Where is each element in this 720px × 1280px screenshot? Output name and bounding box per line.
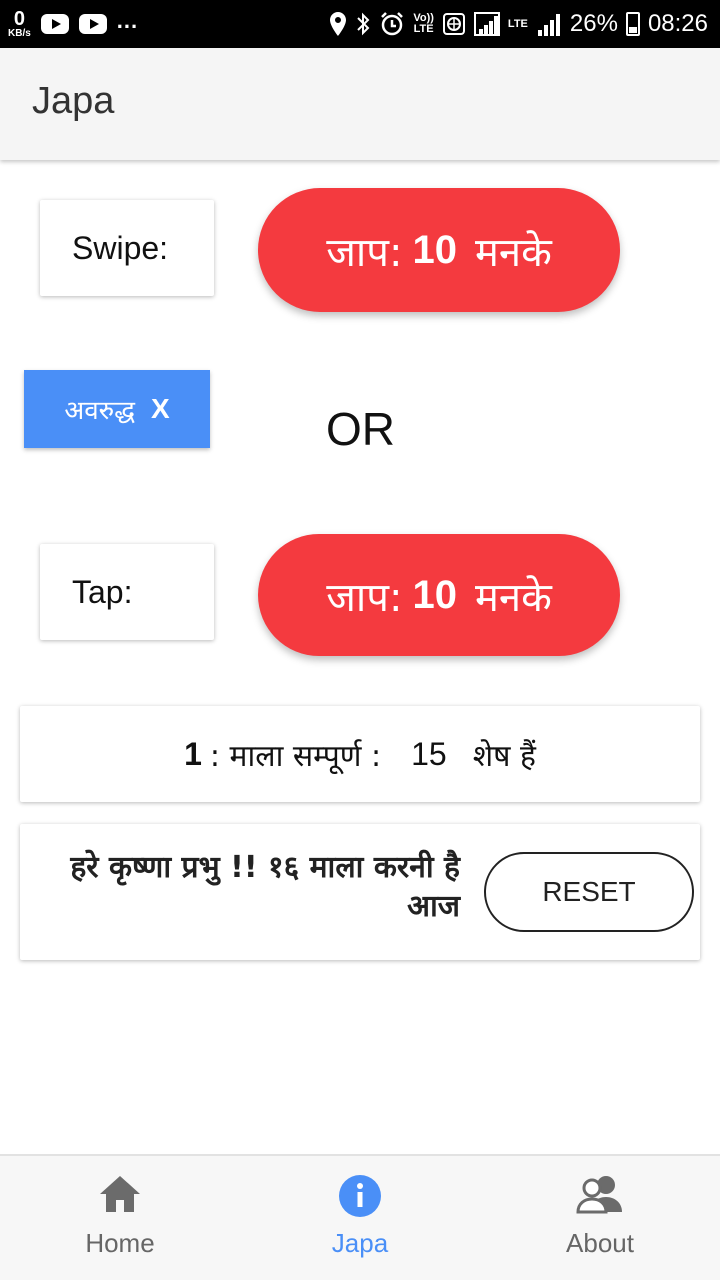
people-icon <box>576 1176 622 1214</box>
mala-completed-text: : माला सम्पूर्ण : <box>209 738 382 774</box>
block-button[interactable]: अवरुद्ध X <box>24 370 210 448</box>
network-speed-value: 0 <box>13 8 25 30</box>
status-left: 0 KB/s ... <box>8 0 138 48</box>
message-text: हरे कृष्णा प्रभु !! १६ माला करनी है आज <box>70 850 460 924</box>
location-icon <box>330 12 347 36</box>
page-title: Japa <box>32 80 115 122</box>
nav-item-about-label: About <box>566 1228 634 1258</box>
tap-label-card: Tap: <box>40 544 214 640</box>
info-icon <box>339 1175 381 1217</box>
block-button-label: अवरुद्ध <box>64 396 135 426</box>
volte-indicator: Vo)) LTE <box>413 13 434 35</box>
network-speed-unit: KB/s <box>8 28 31 39</box>
app-bar: Japa <box>0 48 720 160</box>
more-notifications-indicator: ... <box>116 8 139 33</box>
nav-item-about[interactable]: About <box>510 1174 690 1259</box>
signal-strength-icon-2 <box>536 12 562 36</box>
mala-status-card: 1 : माला सम्पूर्ण : 15 शेष हैं <box>20 706 700 802</box>
swipe-label: Swipe: <box>72 229 169 266</box>
mala-completed-count: 1 <box>184 735 202 772</box>
message-card: हरे कृष्णा प्रभु !! १६ माला करनी है आज R… <box>20 824 700 960</box>
home-icon <box>100 1176 140 1212</box>
battery-icon <box>625 12 640 36</box>
reset-button[interactable]: RESET <box>484 852 694 932</box>
battery-percent: 26% <box>569 10 618 37</box>
signal-strength-icon <box>473 12 500 36</box>
alarm-icon <box>381 12 404 36</box>
swipe-label-card: Swipe: <box>40 200 214 296</box>
lte-indicator: LTE <box>507 17 528 30</box>
swipe-button-suffix: मनके <box>474 229 552 276</box>
tap-japa-button[interactable]: जाप: 10 मनके <box>258 534 620 656</box>
network-speed: 0 KB/s <box>8 9 31 39</box>
tap-button-count: 10 <box>412 572 457 617</box>
mala-remaining-text: शेष हैं <box>472 738 536 774</box>
status-right: Vo)) LTE LTE 26% 08:26 <box>329 0 708 48</box>
volte-bottom-text: LTE <box>413 23 434 35</box>
nav-item-japa[interactable]: Japa <box>270 1174 450 1259</box>
nav-item-home[interactable]: Home <box>30 1174 210 1259</box>
swipe-japa-button[interactable]: जाप: 10 मनके <box>258 188 620 312</box>
tap-button-prefix: जाप: <box>326 574 403 621</box>
bluetooth-icon <box>357 12 370 36</box>
tap-label: Tap: <box>72 573 133 610</box>
youtube-notification-icon <box>40 14 69 34</box>
tap-button-suffix: मनके <box>474 574 552 621</box>
nav-item-home-label: Home <box>85 1228 155 1258</box>
status-bar: 0 KB/s ... Vo)) LTE LTE 26% 08:26 <box>0 0 720 48</box>
or-divider-text: OR <box>326 403 395 455</box>
nav-item-japa-label: Japa <box>331 1228 389 1258</box>
mala-remaining-count: 15 <box>411 735 447 772</box>
swipe-button-prefix: जाप: <box>326 229 403 276</box>
data-saver-icon <box>442 13 465 35</box>
swipe-button-count: 10 <box>412 227 457 272</box>
clock: 08:26 <box>647 10 708 37</box>
bottom-navigation: Home Japa About <box>0 1154 720 1280</box>
close-icon: X <box>150 393 170 424</box>
youtube-notification-icon <box>78 14 107 34</box>
